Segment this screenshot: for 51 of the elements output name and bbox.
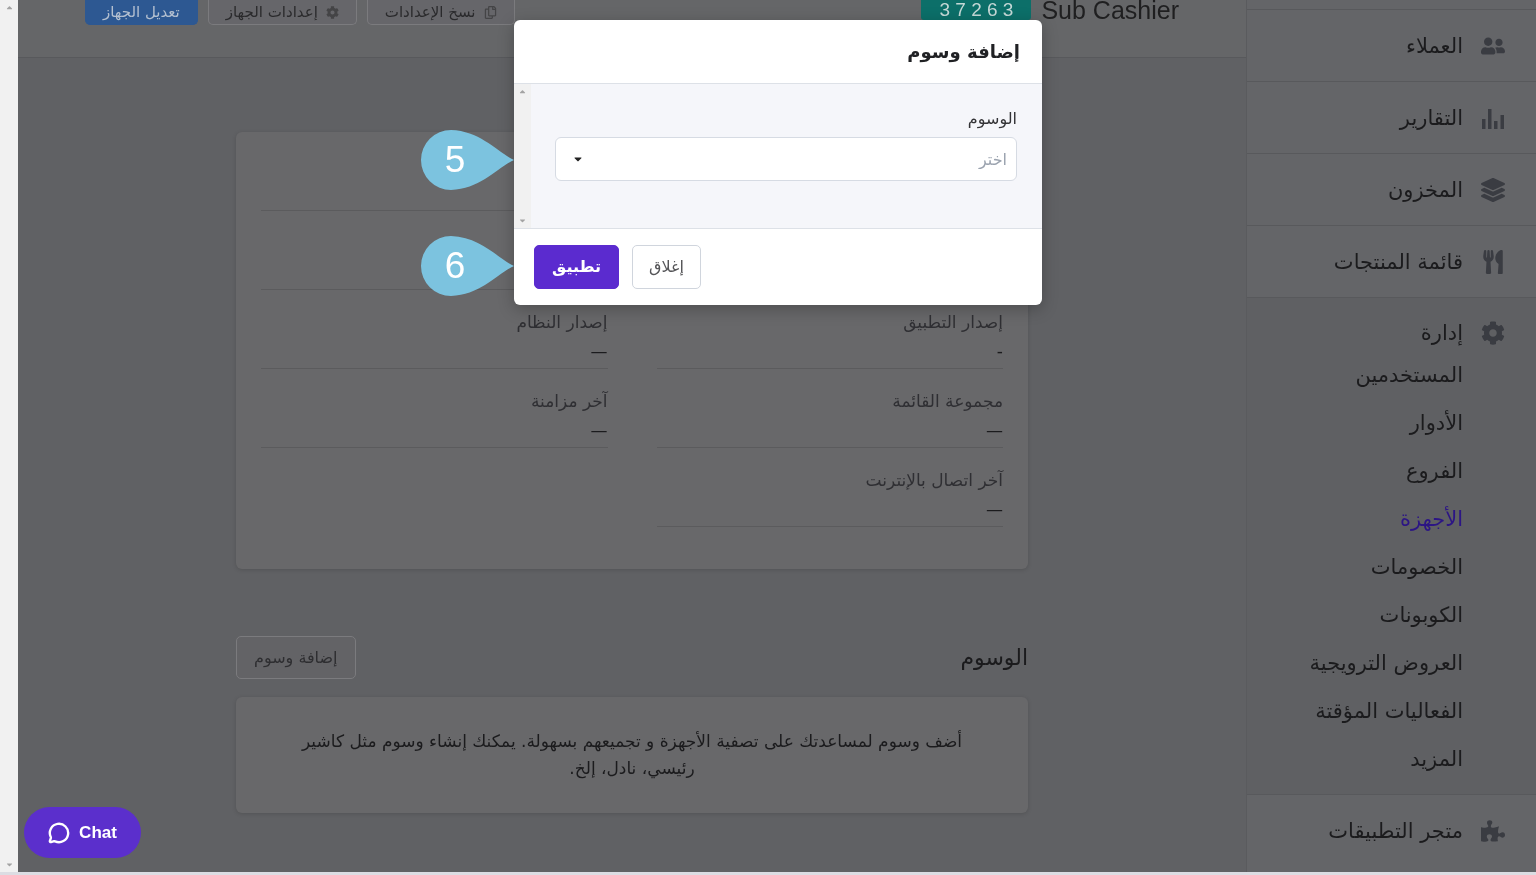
sidebar-sublink[interactable]: الكوبونات — [1379, 600, 1463, 630]
header-button[interactable]: تعديل الجهاز — [85, 0, 198, 25]
field-value: — — [589, 340, 608, 363]
gear-icon — [325, 5, 339, 19]
header-button[interactable]: نسخ الإعدادات — [366, 0, 515, 25]
field-value: — — [985, 498, 1003, 521]
sidebar-sublink[interactable]: الأجهزة — [1399, 504, 1463, 534]
sidebar-sublink[interactable]: المزيد — [1410, 744, 1463, 774]
empty-state-text: أضف وسوم لمساعدتك على تصفية الأجهزة و تجميعهم بسهولة. يمكنك إنشاء وسوم مثل كاشير رئيسي، نادل، إلخ. — [300, 729, 964, 781]
field-label: آخر اتصال بالإنترنت — [864, 469, 1003, 492]
fork-knife-icon — [1481, 249, 1505, 274]
scrollbar[interactable] — [514, 84, 531, 228]
sidebar-link[interactable]: المخزون — [1387, 174, 1463, 205]
field-label: آخر مزامنة — [529, 390, 608, 413]
sidebar-link[interactable]: متجر التطبيقات — [1328, 816, 1463, 846]
chat-bubble-icon — [48, 821, 71, 844]
sidebar-group-link[interactable]: إدارة — [1420, 318, 1463, 348]
scroll-up-icon[interactable] — [4, 3, 14, 12]
sidebar-link[interactable]: العملاء — [1406, 30, 1463, 61]
scroll-up-icon[interactable] — [518, 87, 527, 96]
sidebar-sublink[interactable]: الأدوار — [1409, 408, 1463, 438]
puzzle-icon — [1481, 819, 1505, 843]
field-label: إصدار النظام — [515, 311, 608, 334]
device-code: 3 7 2 6 3 — [921, 0, 1032, 20]
gear-icon — [1481, 321, 1505, 345]
device-title: Sub Cashier — [1041, 0, 1179, 20]
field-value: — — [985, 419, 1003, 442]
field-label: الوسوم — [966, 108, 1017, 130]
sidebar-sublink[interactable]: المستخدمين — [1355, 360, 1463, 390]
dialog-button[interactable]: تطبيق — [534, 245, 620, 289]
layers-icon — [1481, 177, 1505, 202]
sidebar-sublink[interactable]: الخصومات — [1370, 552, 1463, 582]
scroll-down-icon[interactable] — [518, 216, 527, 225]
sidebar-link[interactable]: التقارير — [1399, 102, 1463, 133]
tags-select[interactable]: اختر — [555, 137, 1017, 181]
scroll-down-icon[interactable] — [4, 860, 14, 869]
dialog-title: إضافة وسوم — [907, 40, 1020, 65]
field-label: إصدار التطبيق — [902, 311, 1003, 334]
copy-icon — [483, 5, 497, 19]
sidebar-sublink[interactable]: الفعاليات المؤقتة — [1315, 696, 1463, 726]
scrollbar[interactable] — [0, 0, 18, 872]
dialog-button[interactable]: إغلاق — [632, 245, 701, 289]
section-title: الوسوم — [960, 643, 1028, 672]
field-label: مجموعة القائمة — [891, 390, 1003, 413]
chat-button[interactable]: Chat — [24, 807, 141, 858]
sidebar-link[interactable]: قائمة المنتجات — [1333, 246, 1463, 277]
field-value: - — [995, 340, 1003, 363]
sidebar-sublink[interactable]: العروض الترويجية — [1309, 648, 1463, 678]
sidebar-sublink[interactable]: الفروع — [1405, 456, 1463, 486]
field-value: — — [589, 419, 608, 442]
header-button[interactable]: إعدادات الجهاز — [207, 0, 357, 25]
